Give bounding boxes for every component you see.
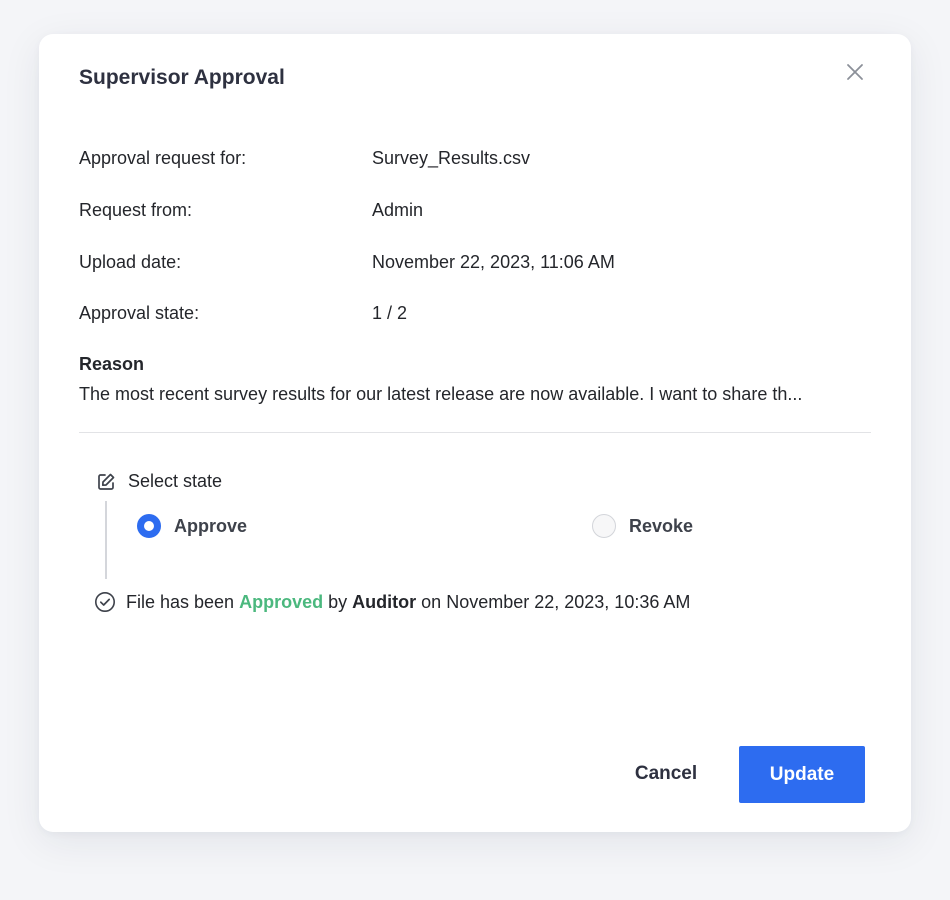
approve-radio-option[interactable]: Approve — [137, 514, 247, 538]
update-button[interactable]: Update — [739, 746, 865, 803]
select-state-heading: Select state — [96, 471, 222, 492]
approve-radio[interactable] — [137, 514, 161, 538]
revoke-radio-label: Revoke — [629, 515, 694, 536]
detail-value-upload-date: November 22, 2023, 11:06 AM — [372, 252, 615, 272]
detail-label: Upload date: — [79, 252, 182, 272]
history-on: on — [421, 591, 442, 612]
approval-dialog: Supervisor Approval Approval request for… — [39, 34, 911, 832]
revoke-radio-option[interactable]: Revoke — [592, 514, 693, 538]
timeline-line — [105, 501, 107, 579]
close-button[interactable] — [843, 60, 867, 84]
reason-title: Reason — [79, 354, 145, 374]
edit-icon — [96, 472, 116, 492]
reason-text: The most recent survey results for our l… — [79, 384, 803, 404]
close-icon — [843, 60, 867, 84]
detail-label: Approval request for: — [79, 148, 247, 168]
history-user: Auditor — [352, 591, 417, 612]
dialog-title: Supervisor Approval — [79, 66, 285, 89]
detail-label: Request from: — [79, 200, 193, 220]
detail-label: Approval state: — [79, 303, 200, 323]
approve-radio-label: Approve — [174, 515, 248, 536]
revoke-radio[interactable] — [592, 514, 616, 538]
history-status: Approved — [239, 591, 324, 612]
history-date: November 22, 2023, 10:36 AM — [446, 591, 691, 612]
divider — [79, 432, 871, 433]
approval-history-entry: File has been Approved by Auditor on Nov… — [94, 591, 690, 613]
history-prefix: File has been — [126, 591, 235, 612]
select-state-label: Select state — [128, 471, 223, 491]
history-by: by — [328, 591, 348, 612]
detail-value-approval-state: 1 / 2 — [372, 303, 408, 323]
cancel-button[interactable]: Cancel — [611, 746, 721, 802]
detail-value-requester: Admin — [372, 200, 424, 220]
detail-value-file: Survey_Results.csv — [372, 148, 531, 168]
check-circle-icon — [94, 591, 116, 613]
